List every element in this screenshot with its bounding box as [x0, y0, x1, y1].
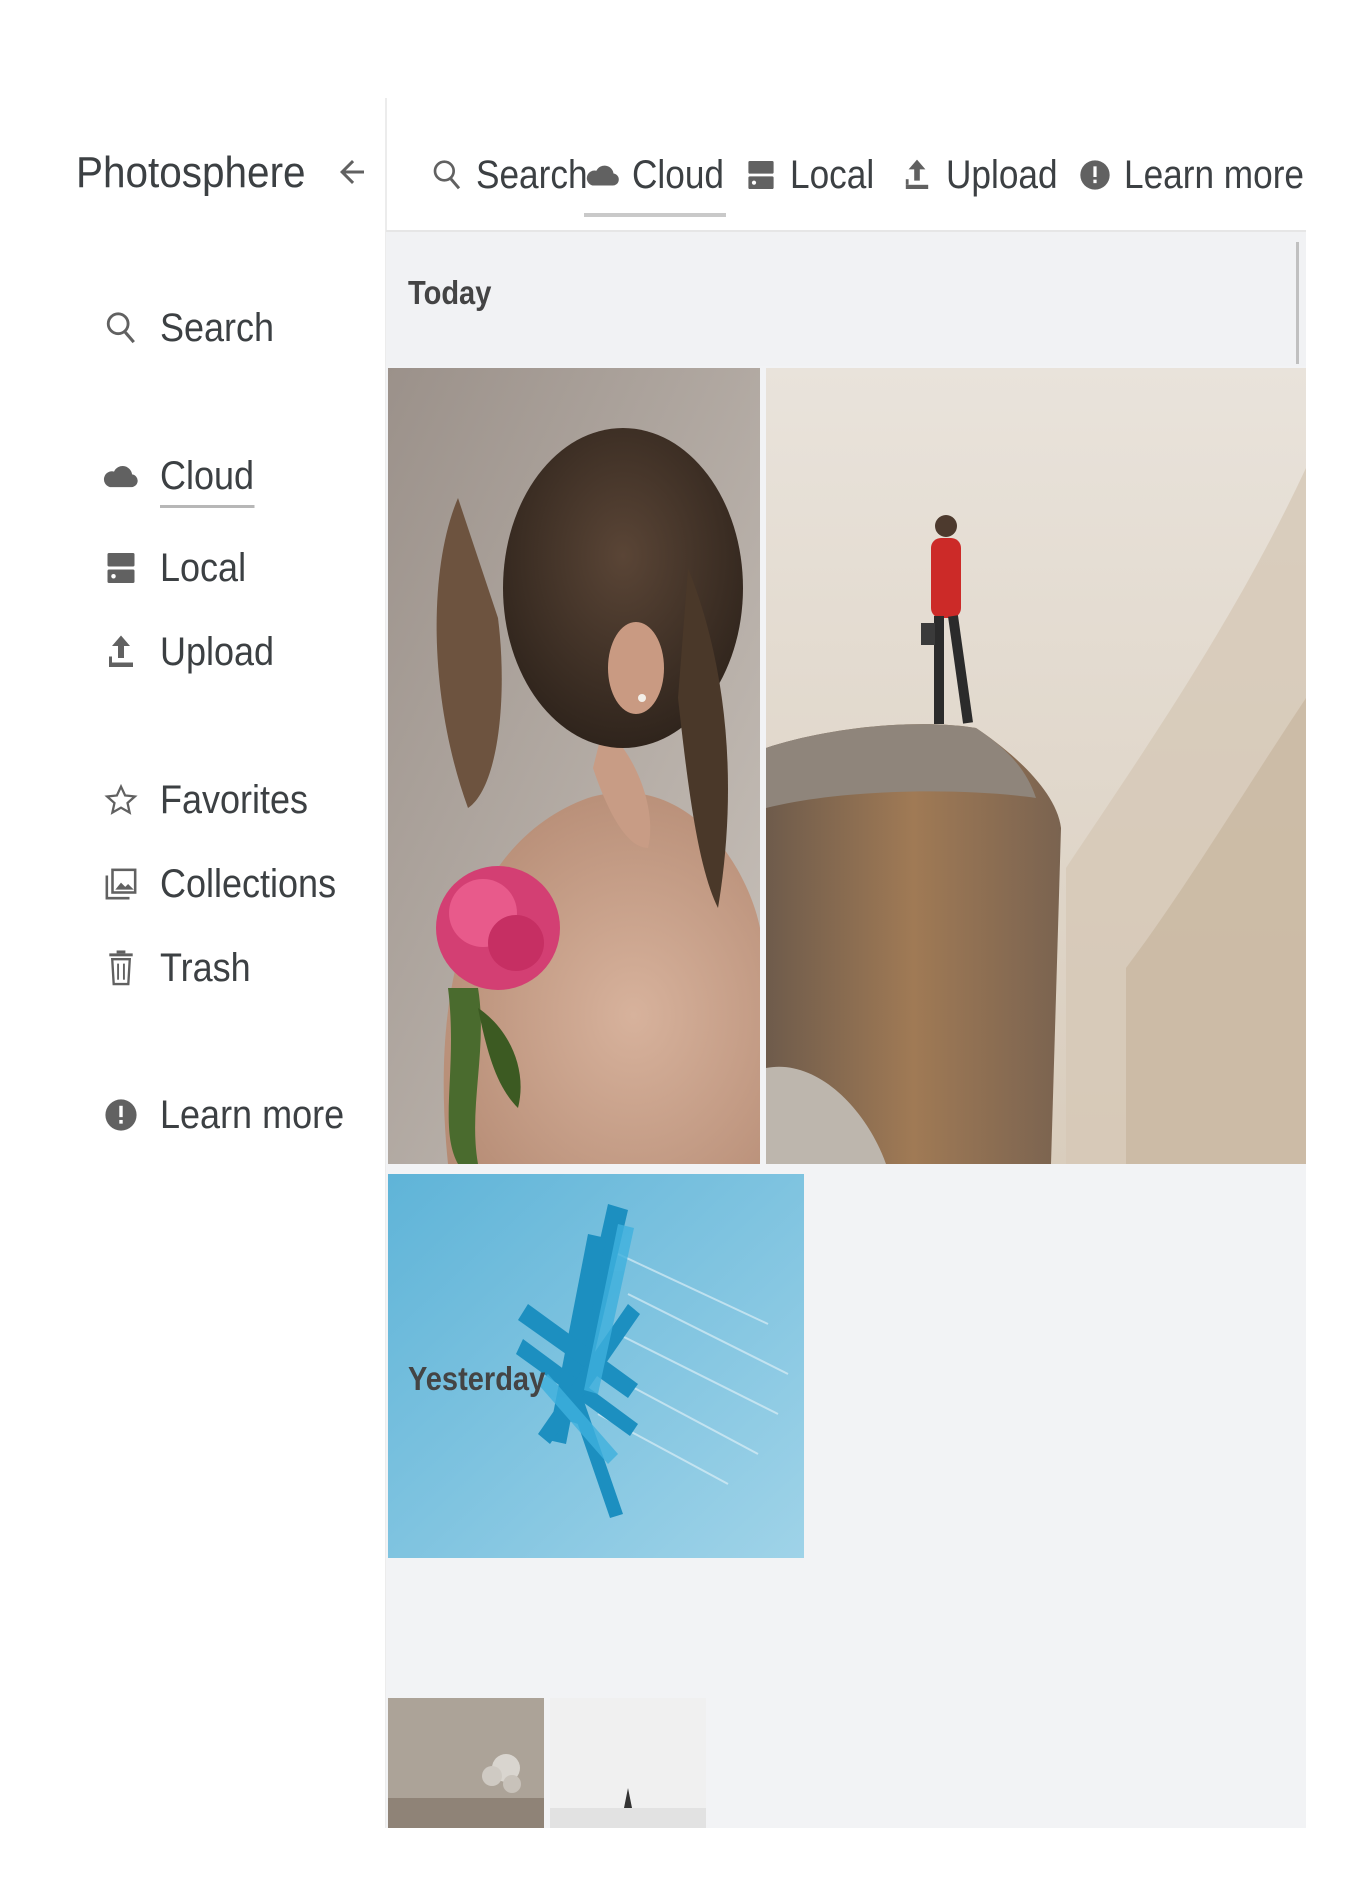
search-icon [428, 156, 466, 194]
trash-icon [100, 947, 142, 989]
sidebar-item-label: Collections [160, 861, 337, 906]
gray-flowers-image [388, 1698, 544, 1828]
tab-learn-more[interactable]: Learn more [1076, 140, 1329, 210]
tab-label: Cloud [632, 152, 724, 197]
tab-local[interactable]: Local [742, 140, 886, 210]
photo-thumbnail[interactable] [388, 368, 760, 1164]
sidebar-item-search[interactable]: Search [100, 298, 287, 358]
search-icon [100, 307, 142, 349]
info-icon [100, 1094, 142, 1136]
section-header-band [386, 232, 1306, 366]
sidebar-item-upload[interactable]: Upload [100, 622, 287, 682]
section-header-today: Today [408, 274, 492, 311]
star-icon [100, 779, 142, 821]
photo-gallery[interactable]: Today Yesterday [386, 232, 1306, 1828]
photo-thumbnail[interactable] [766, 368, 1306, 1164]
app-title: Photosphere [76, 148, 306, 197]
arrow-back-icon [340, 160, 364, 184]
tab-label: Learn more [1124, 152, 1305, 197]
sidebar-item-collections[interactable]: Collections [100, 854, 356, 914]
storage-icon [742, 156, 780, 194]
sidebar-item-trash[interactable]: Trash [100, 938, 261, 998]
cloud-icon [100, 455, 142, 497]
sidebar-item-cloud[interactable]: Cloud [100, 446, 265, 508]
cloud-icon [584, 156, 622, 194]
sidebar-item-label: Learn more [160, 1092, 345, 1137]
collections-icon [100, 863, 142, 905]
sidebar-item-local[interactable]: Local [100, 538, 256, 598]
hiker-on-cliff-image [766, 368, 1306, 1164]
top-nav-bar: Search Cloud Local Upload Learn more [386, 120, 1306, 230]
sidebar-item-label: Trash [160, 945, 251, 990]
sidebar-item-label: Upload [160, 629, 275, 674]
tab-label: Search [476, 152, 588, 197]
active-tab-indicator [584, 213, 726, 217]
info-icon [1076, 156, 1114, 194]
photo-thumbnail[interactable] [388, 1698, 544, 1828]
tab-search[interactable]: Search [428, 140, 603, 210]
sidebar-item-label: Local [160, 545, 247, 590]
tab-label: Local [790, 152, 875, 197]
scrollbar[interactable] [1296, 242, 1299, 364]
tab-label: Upload [946, 152, 1058, 197]
woman-with-peony-image [388, 368, 760, 1164]
upload-icon [898, 156, 936, 194]
storage-icon [100, 547, 142, 589]
sidebar-item-learn-more[interactable]: Learn more [100, 1085, 365, 1145]
upload-icon [100, 631, 142, 673]
tab-cloud[interactable]: Cloud [584, 140, 737, 210]
white-peak-image [550, 1698, 706, 1828]
tab-upload[interactable]: Upload [898, 140, 1073, 210]
back-button[interactable] [330, 150, 374, 194]
sidebar-item-label: Favorites [160, 777, 309, 822]
sidebar-item-label: Cloud [160, 454, 255, 508]
photo-thumbnail[interactable] [550, 1698, 706, 1828]
sidebar-item-favorites[interactable]: Favorites [100, 770, 325, 830]
sidebar-item-label: Search [160, 305, 275, 350]
section-header-yesterday: Yesterday [408, 1360, 546, 1397]
